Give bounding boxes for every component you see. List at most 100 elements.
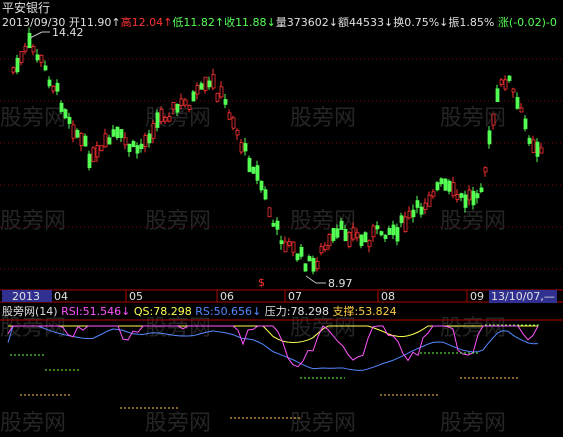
candle-body [475, 193, 480, 199]
candle-body [27, 32, 32, 48]
down-arrow-icon: ↓ [266, 16, 276, 29]
candle-body [443, 178, 448, 191]
candle-body [139, 143, 144, 149]
max-price-label: 14.42 [52, 26, 84, 39]
info-low: 11.82 [183, 16, 215, 29]
candle-body [323, 244, 328, 251]
candle-body [43, 65, 48, 71]
candle-body [251, 166, 256, 174]
candle-body [95, 145, 100, 158]
up-arrow-icon: ↑ [111, 16, 121, 29]
candle-body [459, 193, 464, 198]
min-price-label: 8.97 [328, 277, 353, 290]
candle-body [75, 129, 80, 138]
candle-body [279, 240, 284, 245]
candle-body [419, 206, 424, 215]
indicator-bar: 股旁网(14) RSI:51.546↓ QS:78.298 RS:50.656↓… [2, 305, 397, 318]
info-amount: 44533 [349, 16, 384, 29]
candle-body [343, 228, 348, 242]
candle-body [115, 126, 120, 138]
info-amplitude-label: 振 [448, 16, 460, 29]
up-arrow-icon: ↑ [214, 16, 225, 29]
info-amplitude: 1.85% [459, 16, 495, 29]
candle-body [239, 142, 244, 153]
candle-body [47, 79, 52, 87]
candle-body [195, 85, 200, 95]
candle-body [491, 113, 496, 126]
candle-body [287, 241, 292, 246]
x-axis-month: 09 [470, 290, 484, 303]
candle-body [539, 147, 544, 154]
indicator-name[interactable]: 股旁网(14) [2, 305, 58, 318]
candle-body [291, 241, 296, 253]
min-marker-line [305, 275, 317, 284]
candle-body [383, 234, 388, 240]
indicator-series [7, 324, 540, 419]
candle-body [131, 141, 136, 148]
candle-body [307, 256, 312, 262]
info-volume-label: 量 [275, 16, 287, 29]
candle-body [243, 143, 248, 152]
candle-body [311, 257, 316, 272]
candle-body [211, 74, 216, 89]
candle-body [199, 83, 204, 90]
candle-body [375, 225, 380, 230]
candle-body [455, 194, 460, 200]
candle-body [471, 190, 476, 206]
candle-body [83, 135, 88, 147]
candle-body [55, 82, 60, 92]
candle-body [447, 180, 452, 192]
info-open: 11.90 [79, 16, 112, 29]
candle-body [347, 231, 352, 247]
candle-body [227, 112, 232, 120]
chart-canvas[interactable]: $ [0, 0, 563, 434]
candle-body [387, 228, 392, 235]
info-close-label: 收 [224, 16, 236, 29]
candle-body [147, 133, 152, 144]
rsi-line [7, 325, 539, 368]
candle-body [119, 129, 124, 138]
candle-body [187, 105, 192, 110]
candle-body [39, 54, 44, 63]
candle-body [379, 231, 384, 236]
candle-body [91, 147, 96, 163]
candle-body [51, 85, 56, 92]
x-axis-month: 06 [220, 290, 234, 303]
signal-icon: $ [258, 276, 265, 289]
candle-body [167, 116, 172, 122]
max-marker-line [29, 31, 43, 39]
candlestick-series [11, 27, 544, 275]
candle-body [499, 79, 504, 85]
down-arrow-icon: ↓ [121, 305, 131, 318]
support-label: 支撑:53.824 [332, 305, 397, 318]
candle-body [223, 99, 228, 105]
candle-body [263, 189, 268, 200]
candle-body [531, 139, 536, 153]
candle-body [487, 130, 492, 145]
candle-body [151, 123, 156, 139]
candle-body [235, 130, 240, 136]
info-amount-label: 额 [338, 16, 349, 29]
candle-body [439, 178, 444, 185]
candle-body [159, 108, 164, 123]
candle-body [127, 143, 132, 153]
candle-body [331, 227, 336, 241]
candle-body [435, 182, 440, 191]
candle-body [351, 227, 356, 240]
candle-body [207, 80, 212, 88]
x-axis-month: 07 [288, 290, 302, 303]
pressure-label: 压力:78.298 [264, 305, 329, 318]
candle-body [519, 107, 524, 113]
candle-body [395, 227, 400, 242]
info-low-label: 低 [172, 16, 184, 29]
stock-chart-window[interactable]: 股旁网 股旁网 股旁网 股旁网 股旁网 股旁网 股旁网 股旁网 股旁网 股旁网 … [0, 0, 563, 436]
candle-body [267, 207, 272, 218]
candle-body [407, 210, 412, 219]
candle-body [399, 215, 404, 224]
candle-body [467, 189, 472, 201]
candle-body [179, 98, 184, 107]
qs-label: QS:78.298 [133, 305, 192, 318]
candle-body [319, 246, 324, 254]
candle-body [271, 222, 276, 227]
candle-body [163, 117, 168, 122]
